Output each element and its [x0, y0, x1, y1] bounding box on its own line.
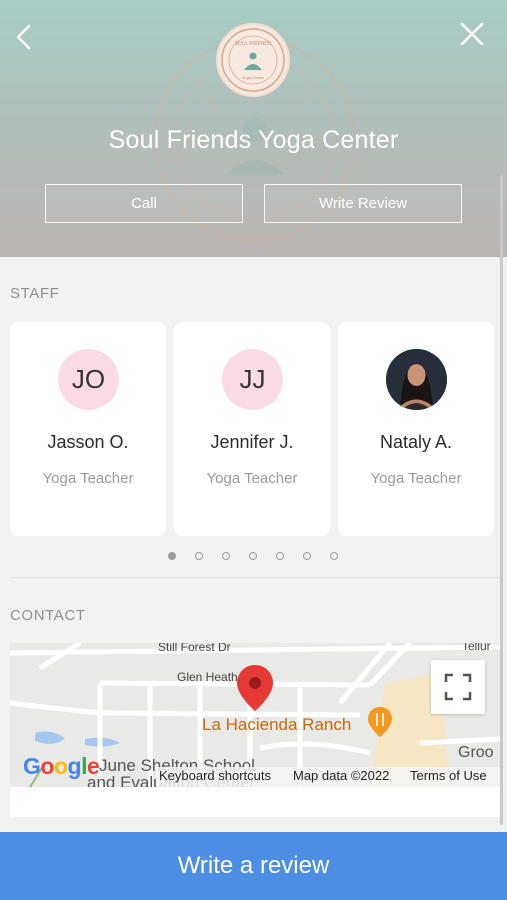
- map-data-label: Map data ©2022: [293, 768, 390, 783]
- staff-name: Jennifer J.: [210, 432, 294, 452]
- pagination-dot[interactable]: [330, 552, 338, 560]
- staff-role: Yoga Teacher: [370, 470, 462, 487]
- person-photo-icon: [386, 349, 447, 410]
- avatar: JJ: [222, 349, 283, 410]
- staff-role: Yoga Teacher: [206, 470, 298, 487]
- street-label: Glen Heath: [177, 670, 238, 684]
- staff-name: Nataly A.: [379, 432, 453, 452]
- close-button[interactable]: [456, 18, 488, 50]
- terms-of-use-link[interactable]: Terms of Use: [410, 768, 487, 783]
- staff-section-label: STAFF: [10, 285, 60, 302]
- write-a-review-button[interactable]: Write a review: [0, 832, 507, 900]
- staff-role: Yoga Teacher: [42, 470, 134, 487]
- google-logo: Google: [23, 753, 100, 779]
- keyboard-shortcuts-link[interactable]: Keyboard shortcuts: [159, 768, 271, 783]
- staff-card[interactable]: Nataly A. Yoga Teacher: [338, 322, 494, 536]
- staff-name: Jasson O.: [47, 432, 129, 452]
- pagination-dot[interactable]: [249, 552, 257, 560]
- business-title: Soul Friends Yoga Center: [108, 126, 399, 154]
- poi-label[interactable]: La Hacienda Ranch: [202, 715, 351, 735]
- section-divider: [10, 577, 500, 578]
- svg-text:Yoga Center: Yoga Center: [242, 75, 265, 80]
- fullscreen-icon: [444, 673, 472, 701]
- location-pin-icon[interactable]: [237, 665, 273, 711]
- map-footer: [10, 787, 500, 817]
- contact-section-label: CONTACT: [10, 607, 86, 624]
- staff-card[interactable]: JJ Jennifer J. Yoga Teacher: [174, 322, 330, 536]
- scrollbar[interactable]: [500, 175, 503, 825]
- avatar: JO: [58, 349, 119, 410]
- location-map[interactable]: Still Forest Dr Glen Heath Tellur Groo L…: [10, 643, 500, 787]
- call-button[interactable]: Call: [45, 184, 243, 223]
- write-review-button[interactable]: Write Review: [264, 184, 462, 223]
- fullscreen-button[interactable]: [431, 660, 485, 714]
- close-icon: [460, 22, 484, 46]
- area-label: Groo: [458, 744, 494, 761]
- pagination-dot[interactable]: [303, 552, 311, 560]
- avatar-photo: [386, 349, 447, 410]
- street-label: Still Forest Dr: [158, 643, 231, 654]
- restaurant-icon[interactable]: [368, 707, 392, 737]
- pagination-dot[interactable]: [276, 552, 284, 560]
- yoga-logo-icon: SOUL FRIENDS Yoga Center: [221, 28, 285, 92]
- back-button[interactable]: [10, 20, 40, 54]
- staff-card[interactable]: JO Jasson O. Yoga Teacher: [10, 322, 166, 536]
- chevron-left-icon: [16, 24, 31, 50]
- business-header: SOUL FRIENDS Yoga Center Soul Friends Yo…: [0, 0, 507, 257]
- business-logo: SOUL FRIENDS Yoga Center: [216, 23, 290, 97]
- svg-text:SOUL FRIENDS: SOUL FRIENDS: [235, 41, 272, 47]
- pagination-dot[interactable]: [222, 552, 230, 560]
- pagination-dot[interactable]: [195, 552, 203, 560]
- pagination-dot[interactable]: [168, 552, 176, 560]
- street-label: Tellur: [462, 643, 491, 653]
